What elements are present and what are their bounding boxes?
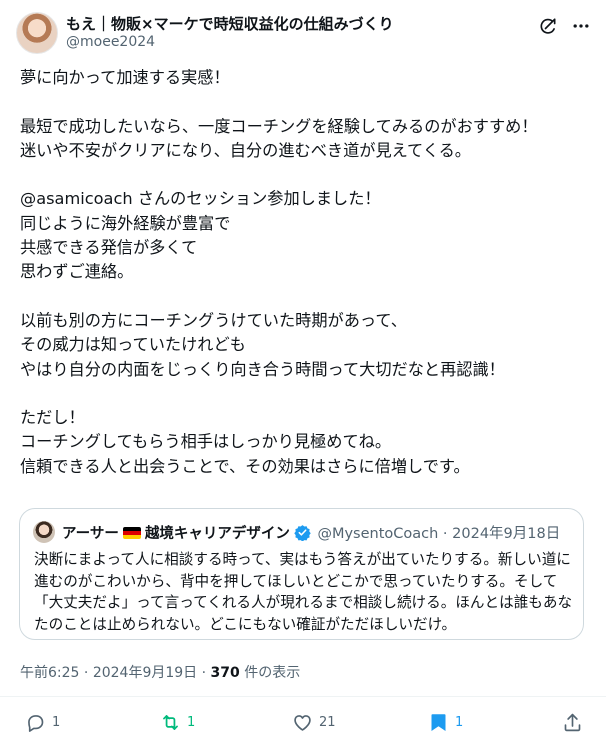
reply-icon bbox=[28, 714, 44, 732]
post-meta: 午前6:25 · 2024年9月19日 · 370 件の表示 bbox=[20, 662, 300, 682]
post-time[interactable]: 午前6:25 bbox=[20, 665, 79, 681]
quoted-header: アーサー 越境キャリアデザイン @MysentoCoach · 2024年9月18… bbox=[62, 522, 560, 543]
views-count: 370 bbox=[210, 665, 240, 681]
reply-count: 1 bbox=[52, 714, 61, 730]
repost-button[interactable]: 1 bbox=[160, 710, 195, 734]
like-count: 21 bbox=[319, 714, 336, 730]
author-handle[interactable]: @moee2024 bbox=[66, 34, 155, 50]
post-card: もえ｜物販×マーケで時短収益化の仕組みづくり @moee2024 夢に向かって加… bbox=[0, 0, 606, 745]
quoted-text: 決断にまよって人に相談する時って、実はもう答えが出ていたりする。新しい道に進むの… bbox=[34, 551, 573, 633]
repost-count: 1 bbox=[187, 714, 196, 730]
meta-separator: · bbox=[201, 665, 207, 681]
share-icon bbox=[564, 713, 581, 731]
author-name[interactable]: もえ｜物販×マーケで時短収益化の仕組みづくり bbox=[66, 13, 394, 34]
post-header: もえ｜物販×マーケで時短収益化の仕組みづくり @moee2024 bbox=[16, 10, 592, 58]
quoted-author-name[interactable]: アーサー bbox=[62, 526, 119, 542]
post-text: 夢に向かって加速する実感！ 最短で成功したいなら、一度コーチングを経験してみるの… bbox=[20, 68, 538, 476]
grok-icon[interactable] bbox=[538, 16, 558, 36]
verified-badge-icon bbox=[294, 525, 311, 541]
german-flag-icon bbox=[122, 527, 141, 539]
share-button[interactable] bbox=[562, 710, 583, 734]
bookmark-count: 1 bbox=[455, 714, 464, 730]
quoted-author-name-suffix[interactable]: 越境キャリアデザイン bbox=[145, 526, 290, 542]
repost-icon bbox=[163, 714, 178, 730]
bookmark-icon bbox=[431, 713, 446, 731]
quoted-handle: @MysentoCoach bbox=[317, 526, 439, 542]
divider bbox=[0, 696, 606, 697]
quoted-date[interactable]: 2024年9月18日 bbox=[452, 526, 560, 542]
bookmark-button[interactable]: 1 bbox=[428, 710, 463, 734]
like-icon bbox=[294, 714, 311, 731]
quoted-separator: · bbox=[442, 526, 448, 542]
like-button[interactable]: 21 bbox=[292, 710, 336, 734]
post-date[interactable]: 2024年9月19日 bbox=[93, 665, 197, 681]
quoted-avatar[interactable] bbox=[33, 521, 55, 543]
meta-separator: · bbox=[83, 665, 89, 681]
quoted-post[interactable]: アーサー 越境キャリアデザイン @MysentoCoach · 2024年9月18… bbox=[19, 508, 584, 640]
views-label: 件の表示 bbox=[244, 665, 301, 681]
avatar[interactable] bbox=[16, 12, 58, 54]
action-bar: 1 1 21 1 bbox=[0, 706, 606, 740]
more-icon[interactable] bbox=[570, 16, 592, 36]
reply-button[interactable]: 1 bbox=[25, 710, 60, 734]
